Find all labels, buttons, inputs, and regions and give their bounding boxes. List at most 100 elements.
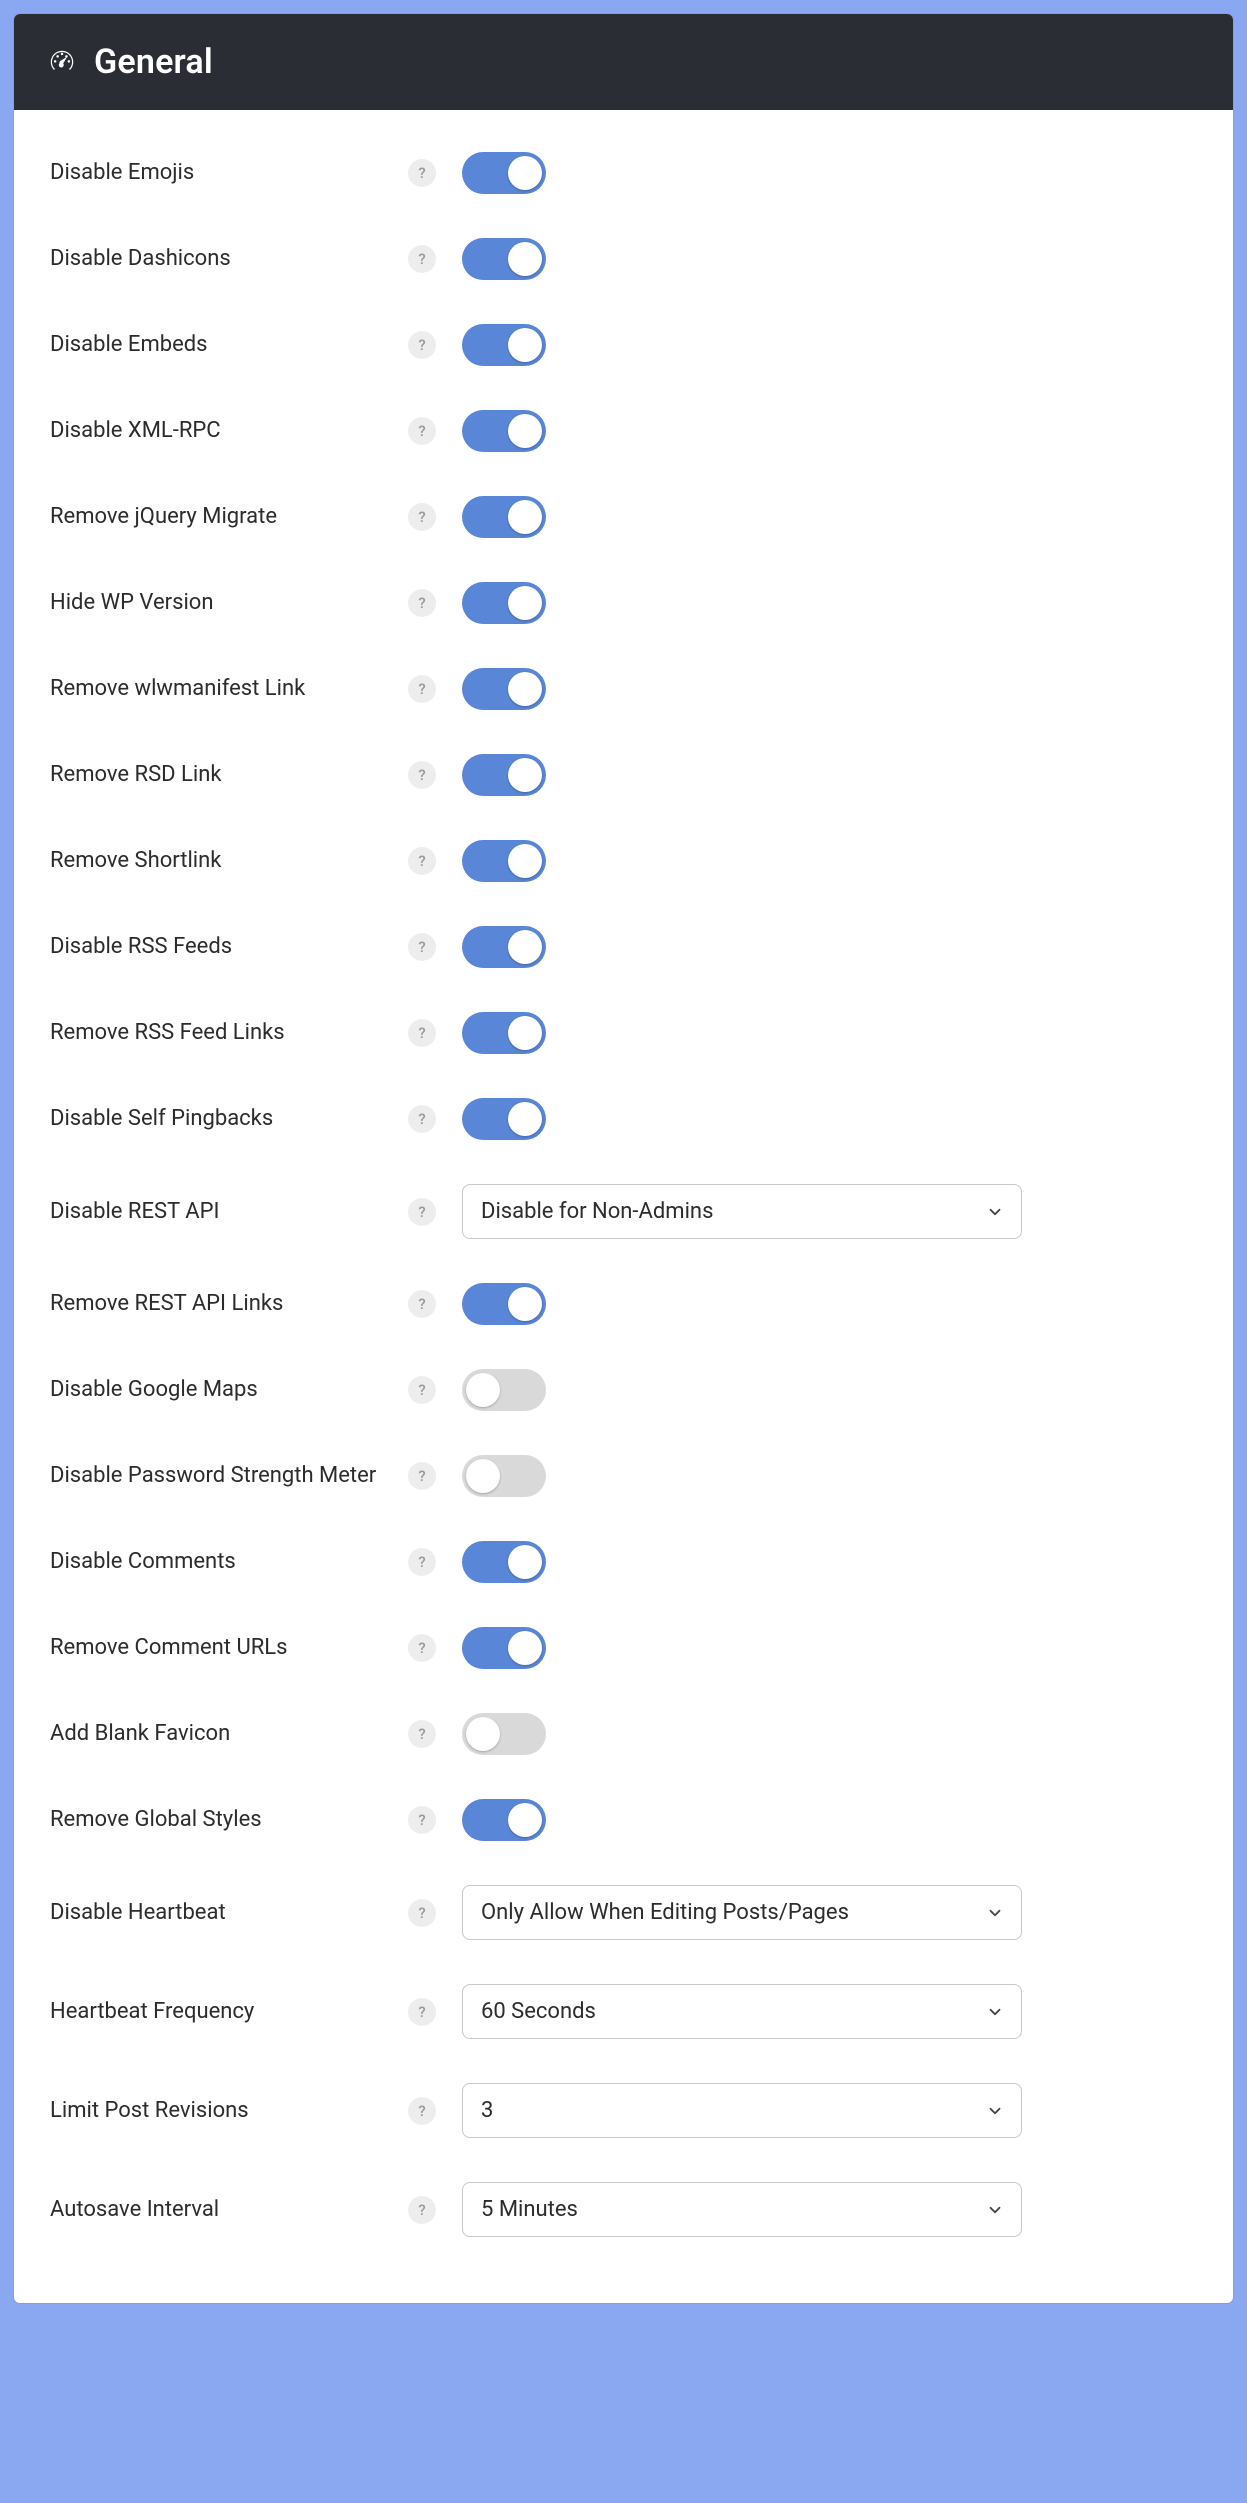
help-icon[interactable]: ? (408, 159, 436, 187)
toggle-knob (508, 156, 542, 190)
disable-google-maps-toggle[interactable] (462, 1369, 546, 1411)
setting-row-disable-rest-api: Disable REST API? Disable for Non-Admins (42, 1162, 1205, 1261)
help-icon[interactable]: ? (408, 2097, 436, 2125)
control-cell: 5 Minutes (462, 2182, 1022, 2237)
remove-rss-feed-links-toggle[interactable] (462, 1012, 546, 1054)
help-icon[interactable]: ? (408, 1019, 436, 1047)
help-icon[interactable]: ? (408, 503, 436, 531)
disable-dashicons-toggle[interactable] (462, 238, 546, 280)
remove-rest-api-links-toggle[interactable] (462, 1283, 546, 1325)
toggle-knob (508, 1287, 542, 1321)
help-icon[interactable]: ? (408, 417, 436, 445)
setting-label: Remove REST API Links (50, 1289, 390, 1319)
setting-row-add-blank-favicon: Add Blank Favicon? (42, 1691, 1205, 1777)
control-cell (462, 926, 546, 968)
select-value[interactable]: 60 Seconds (462, 1984, 1022, 2039)
toggle-knob (508, 1102, 542, 1136)
remove-rsd-link-toggle[interactable] (462, 754, 546, 796)
setting-label: Remove RSS Feed Links (50, 1018, 390, 1048)
setting-row-disable-self-pingbacks: Disable Self Pingbacks? (42, 1076, 1205, 1162)
setting-row-hide-wp-version: Hide WP Version? (42, 560, 1205, 646)
toggle-knob (508, 242, 542, 276)
help-icon[interactable]: ? (408, 933, 436, 961)
help-icon[interactable]: ? (408, 331, 436, 359)
setting-label: Autosave Interval (50, 2195, 390, 2225)
disable-comments-toggle[interactable] (462, 1541, 546, 1583)
help-icon[interactable]: ? (408, 1548, 436, 1576)
setting-label: Remove Global Styles (50, 1805, 390, 1835)
control-cell (462, 1455, 546, 1497)
panel-title: General (94, 42, 213, 82)
setting-label: Disable XML-RPC (50, 416, 390, 446)
toggle-knob (508, 758, 542, 792)
setting-label: Disable Comments (50, 1547, 390, 1577)
help-icon[interactable]: ? (408, 2196, 436, 2224)
setting-label: Limit Post Revisions (50, 2096, 390, 2126)
help-icon[interactable]: ? (408, 1998, 436, 2026)
setting-row-remove-global-styles: Remove Global Styles? (42, 1777, 1205, 1863)
setting-label: Disable RSS Feeds (50, 932, 390, 962)
panel-body: Disable Emojis?Disable Dashicons?Disable… (14, 110, 1233, 2303)
disable-emojis-toggle[interactable] (462, 152, 546, 194)
help-icon[interactable]: ? (408, 1720, 436, 1748)
disable-heartbeat-select[interactable]: Only Allow When Editing Posts/Pages (462, 1885, 1022, 1940)
help-icon[interactable]: ? (408, 1806, 436, 1834)
help-icon[interactable]: ? (408, 675, 436, 703)
control-cell (462, 238, 546, 280)
setting-row-disable-xml-rpc: Disable XML-RPC? (42, 388, 1205, 474)
limit-post-revisions-select[interactable]: 3 (462, 2083, 1022, 2138)
help-icon[interactable]: ? (408, 1376, 436, 1404)
help-icon[interactable]: ? (408, 245, 436, 273)
help-icon[interactable]: ? (408, 1290, 436, 1318)
toggle-knob (508, 500, 542, 534)
help-icon[interactable]: ? (408, 847, 436, 875)
remove-wlwmanifest-link-toggle[interactable] (462, 668, 546, 710)
control-cell (462, 582, 546, 624)
disable-rss-feeds-toggle[interactable] (462, 926, 546, 968)
setting-label: Remove jQuery Migrate (50, 502, 390, 532)
select-value[interactable]: 5 Minutes (462, 2182, 1022, 2237)
setting-label: Remove Comment URLs (50, 1633, 390, 1663)
setting-label: Add Blank Favicon (50, 1719, 390, 1749)
help-icon[interactable]: ? (408, 1634, 436, 1662)
setting-label: Disable Google Maps (50, 1375, 390, 1405)
help-icon[interactable]: ? (408, 761, 436, 789)
help-icon[interactable]: ? (408, 1198, 436, 1226)
help-icon[interactable]: ? (408, 1899, 436, 1927)
select-value[interactable]: 3 (462, 2083, 1022, 2138)
setting-row-heartbeat-frequency: Heartbeat Frequency?60 Seconds (42, 1962, 1205, 2061)
setting-row-disable-google-maps: Disable Google Maps? (42, 1347, 1205, 1433)
panel-header: General (14, 14, 1233, 110)
help-icon[interactable]: ? (408, 1462, 436, 1490)
select-value[interactable]: Disable for Non-Admins (462, 1184, 1022, 1239)
control-cell (462, 1098, 546, 1140)
control-cell (462, 840, 546, 882)
control-cell (462, 1627, 546, 1669)
autosave-interval-select[interactable]: 5 Minutes (462, 2182, 1022, 2237)
remove-global-styles-toggle[interactable] (462, 1799, 546, 1841)
disable-password-strength-toggle[interactable] (462, 1455, 546, 1497)
help-icon[interactable]: ? (408, 589, 436, 617)
setting-label: Disable REST API (50, 1197, 390, 1227)
help-icon[interactable]: ? (408, 1105, 436, 1133)
setting-row-disable-comments: Disable Comments? (42, 1519, 1205, 1605)
hide-wp-version-toggle[interactable] (462, 582, 546, 624)
remove-comment-urls-toggle[interactable] (462, 1627, 546, 1669)
setting-label: Remove Shortlink (50, 846, 390, 876)
setting-row-remove-wlwmanifest-link: Remove wlwmanifest Link? (42, 646, 1205, 732)
select-value[interactable]: Only Allow When Editing Posts/Pages (462, 1885, 1022, 1940)
heartbeat-frequency-select[interactable]: 60 Seconds (462, 1984, 1022, 2039)
disable-xml-rpc-toggle[interactable] (462, 410, 546, 452)
disable-rest-api-select[interactable]: Disable for Non-Admins (462, 1184, 1022, 1239)
toggle-knob (508, 844, 542, 878)
remove-jquery-migrate-toggle[interactable] (462, 496, 546, 538)
toggle-knob (508, 1545, 542, 1579)
control-cell (462, 324, 546, 366)
control-cell (462, 1799, 546, 1841)
control-cell (462, 152, 546, 194)
disable-self-pingbacks-toggle[interactable] (462, 1098, 546, 1140)
disable-embeds-toggle[interactable] (462, 324, 546, 366)
control-cell (462, 1283, 546, 1325)
add-blank-favicon-toggle[interactable] (462, 1713, 546, 1755)
remove-shortlink-toggle[interactable] (462, 840, 546, 882)
